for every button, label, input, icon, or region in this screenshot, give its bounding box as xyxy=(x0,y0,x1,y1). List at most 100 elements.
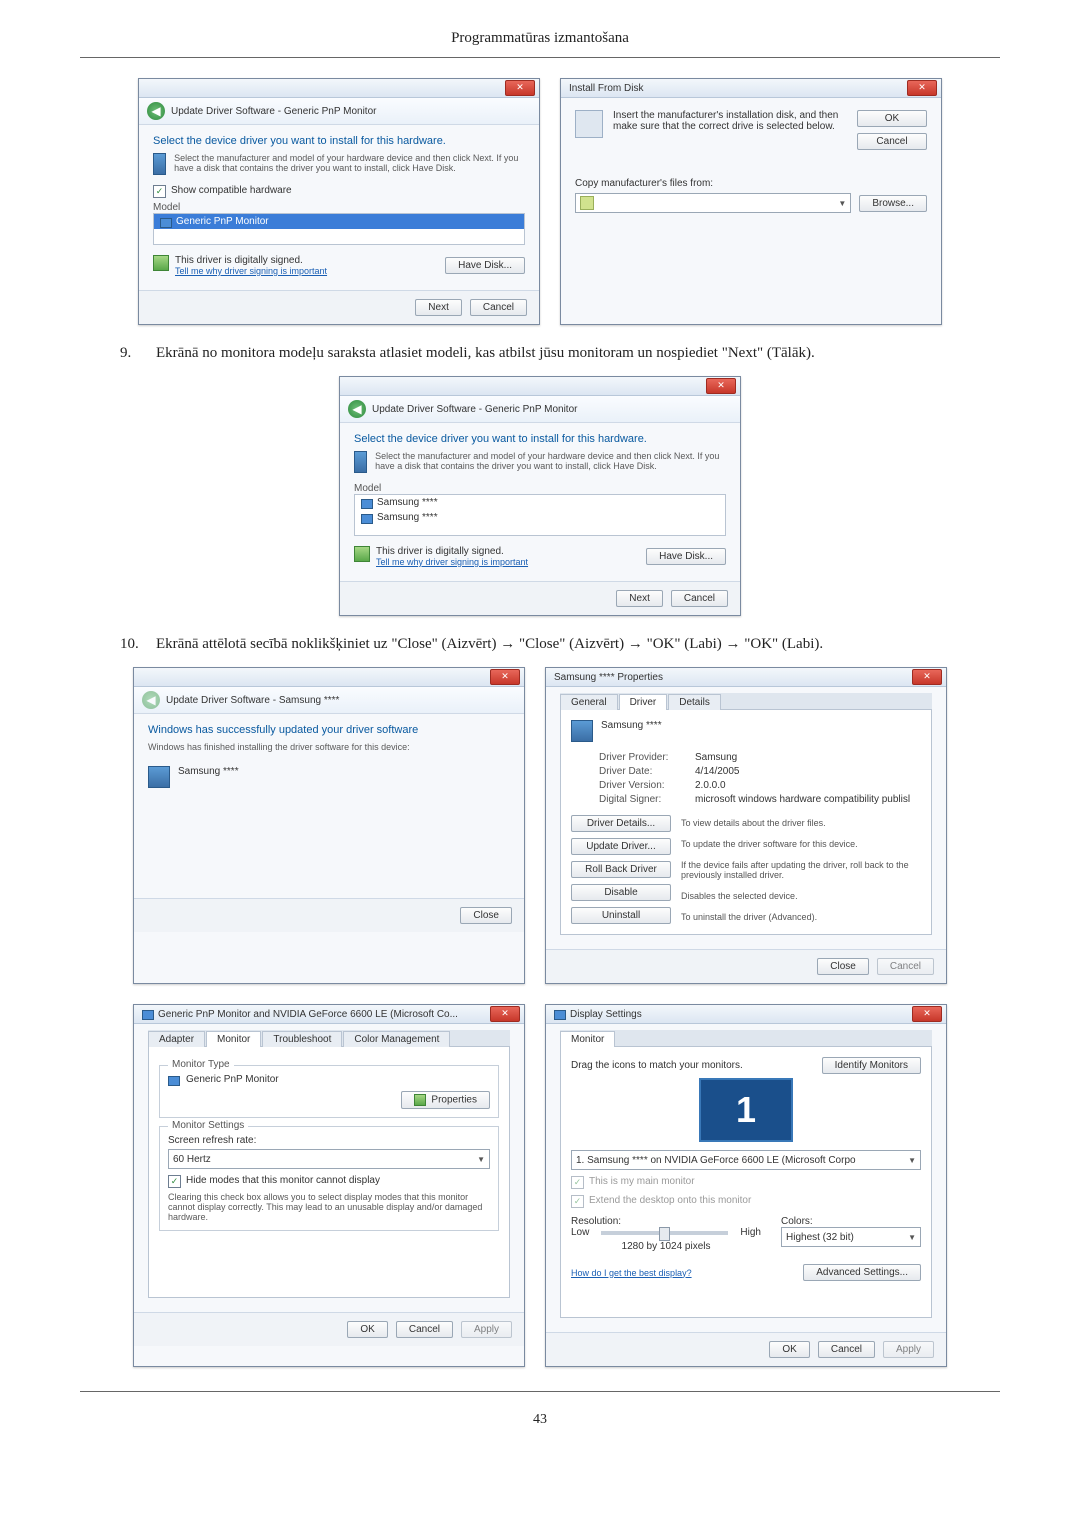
cancel-button[interactable]: Cancel xyxy=(470,299,527,316)
monitor-properties-dialog: Generic PnP Monitor and NVIDIA GeForce 6… xyxy=(133,1004,525,1367)
hide-modes-checkbox[interactable]: ✓ xyxy=(168,1175,181,1188)
slider-thumb[interactable] xyxy=(659,1227,670,1241)
have-disk-button[interactable]: Have Disk... xyxy=(445,257,525,274)
shield-icon xyxy=(354,546,370,562)
tab-details[interactable]: Details xyxy=(668,694,721,710)
tab-monitor[interactable]: Monitor xyxy=(560,1031,615,1047)
close-icon[interactable]: ✕ xyxy=(490,669,520,685)
nav-title: Update Driver Software - Generic PnP Mon… xyxy=(372,404,577,415)
monitor-settings-legend: Monitor Settings xyxy=(168,1120,248,1131)
ds-title: Display Settings xyxy=(570,1009,642,1020)
next-button[interactable]: Next xyxy=(616,590,663,607)
close-icon[interactable]: ✕ xyxy=(907,80,937,96)
back-arrow-icon[interactable]: ◀ xyxy=(348,400,366,418)
disable-desc: Disables the selected device. xyxy=(681,891,921,901)
tab-monitor[interactable]: Monitor xyxy=(206,1031,261,1047)
resolution-label: Resolution: xyxy=(571,1216,761,1227)
disk-icon xyxy=(575,110,603,138)
compat-label: Show compatible hardware xyxy=(171,185,292,196)
update-driver-button[interactable]: Update Driver... xyxy=(571,838,671,855)
identify-button[interactable]: Identify Monitors xyxy=(822,1057,921,1074)
tab-color[interactable]: Color Management xyxy=(343,1031,450,1047)
signed-link[interactable]: Tell me why driver signing is important xyxy=(175,266,327,276)
driver-details-button[interactable]: Driver Details... xyxy=(571,815,671,832)
driver-details-desc: To view details about the driver files. xyxy=(681,818,921,828)
back-arrow-icon[interactable]: ◀ xyxy=(147,102,165,120)
monitor-type-value: Generic PnP Monitor xyxy=(186,1074,279,1085)
signer-value: microsoft windows hardware compatibility… xyxy=(695,794,910,805)
disable-button[interactable]: Disable xyxy=(571,884,671,901)
colors-value: Highest (32 bit) xyxy=(786,1232,854,1243)
tab-general[interactable]: General xyxy=(560,694,618,710)
properties-button-label: Properties xyxy=(431,1095,477,1106)
close-icon[interactable]: ✕ xyxy=(490,1006,520,1022)
uninstall-button[interactable]: Uninstall xyxy=(571,907,671,924)
cancel-button[interactable]: Cancel xyxy=(671,590,728,607)
version-label: Driver Version: xyxy=(599,780,689,791)
step-10: 10. Ekrānā attēlotā secībā noklikšķiniet… xyxy=(120,636,960,653)
tab-troubleshoot[interactable]: Troubleshoot xyxy=(262,1031,342,1047)
colors-label: Colors: xyxy=(781,1216,921,1227)
props-title: Samsung **** Properties xyxy=(554,672,663,683)
dialog-desc: Windows has finished installing the driv… xyxy=(148,742,510,752)
close-icon[interactable]: ✕ xyxy=(912,669,942,685)
device-name: Samsung **** xyxy=(178,766,239,777)
compat-checkbox[interactable]: ✓ xyxy=(153,185,166,198)
close-icon[interactable]: ✕ xyxy=(706,378,736,394)
cancel-button[interactable]: Cancel xyxy=(396,1321,453,1338)
ok-button[interactable]: OK xyxy=(857,110,927,127)
model-header: Model xyxy=(153,202,525,213)
resolution-slider[interactable] xyxy=(601,1231,728,1235)
help-link[interactable]: How do I get the best display? xyxy=(571,1268,692,1278)
refresh-combo[interactable]: 60 Hertz ▼ xyxy=(168,1149,490,1169)
model-header: Model xyxy=(354,483,726,494)
apply-button: Apply xyxy=(461,1321,512,1338)
version-value: 2.0.0.0 xyxy=(695,780,726,791)
monitor-icon xyxy=(168,1076,180,1086)
provider-label: Driver Provider: xyxy=(599,752,689,763)
model-item-label: Generic PnP Monitor xyxy=(176,216,269,227)
model-list[interactable]: Generic PnP Monitor xyxy=(153,213,525,245)
close-button[interactable]: Close xyxy=(460,907,512,924)
browse-button[interactable]: Browse... xyxy=(859,195,927,212)
tab-adapter[interactable]: Adapter xyxy=(148,1031,205,1047)
dialog-desc: Select the manufacturer and model of you… xyxy=(375,451,726,471)
model-list[interactable]: Samsung **** Samsung **** xyxy=(354,494,726,536)
bottom-rule xyxy=(80,1391,1000,1392)
colors-combo[interactable]: Highest (32 bit) ▼ xyxy=(781,1227,921,1247)
cancel-button[interactable]: Cancel xyxy=(857,133,927,150)
dialog-desc: Select the manufacturer and model of you… xyxy=(174,153,525,173)
close-button[interactable]: Close xyxy=(817,958,869,975)
slider-low-label: Low xyxy=(571,1227,589,1238)
ok-button[interactable]: OK xyxy=(769,1341,809,1358)
chip-icon xyxy=(571,720,593,742)
monitor-select[interactable]: 1. Samsung **** on NVIDIA GeForce 6600 L… xyxy=(571,1150,921,1170)
monprops-title: Generic PnP Monitor and NVIDIA GeForce 6… xyxy=(158,1009,458,1020)
advanced-button[interactable]: Advanced Settings... xyxy=(803,1264,921,1281)
monitor-preview[interactable]: 1 xyxy=(699,1078,793,1142)
device-properties-dialog: Samsung **** Properties ✕ General Driver… xyxy=(545,667,947,984)
model-item-samsung-1[interactable]: Samsung **** xyxy=(355,495,725,510)
refresh-label: Screen refresh rate: xyxy=(168,1135,490,1146)
close-icon[interactable]: ✕ xyxy=(505,80,535,96)
tab-driver[interactable]: Driver xyxy=(619,694,668,710)
next-button[interactable]: Next xyxy=(415,299,462,316)
path-combo[interactable]: ▼ xyxy=(575,193,851,213)
model-item-label: Samsung **** xyxy=(377,497,438,508)
signer-label: Digital Signer: xyxy=(599,794,689,805)
date-value: 4/14/2005 xyxy=(695,766,740,777)
properties-button[interactable]: Properties xyxy=(401,1091,490,1109)
cancel-button[interactable]: Cancel xyxy=(818,1341,875,1358)
close-icon[interactable]: ✕ xyxy=(912,1006,942,1022)
model-item-label: Samsung **** xyxy=(377,512,438,523)
model-item-samsung-2[interactable]: Samsung **** xyxy=(355,510,725,525)
update-driver-desc: To update the driver software for this d… xyxy=(681,839,921,849)
roll-back-button[interactable]: Roll Back Driver xyxy=(571,861,671,878)
ok-button[interactable]: OK xyxy=(347,1321,387,1338)
ifd-title: Install From Disk xyxy=(569,83,643,94)
model-item-generic[interactable]: Generic PnP Monitor xyxy=(154,214,524,229)
device-name: Samsung **** xyxy=(601,720,662,731)
signed-link[interactable]: Tell me why driver signing is important xyxy=(376,557,528,567)
main-monitor-checkbox: ✓ xyxy=(571,1176,584,1189)
have-disk-button[interactable]: Have Disk... xyxy=(646,548,726,565)
